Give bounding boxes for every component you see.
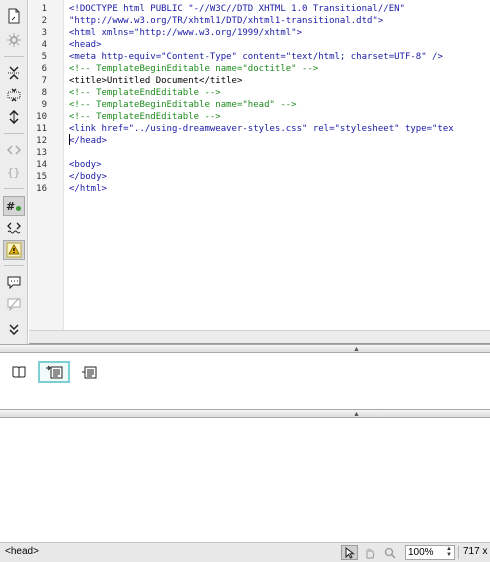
insert-tag-icon xyxy=(46,365,63,379)
horizontal-scrollbar[interactable] xyxy=(29,330,490,343)
line-number: 15 xyxy=(36,172,47,182)
svg-text:#: # xyxy=(6,200,15,213)
line-number: 12 xyxy=(36,136,47,146)
splitter-grip-icon: ▲ xyxy=(353,411,360,418)
line-number: 6 xyxy=(41,64,47,74)
line-number: 11 xyxy=(36,124,47,134)
syntax-error-alerts-button[interactable] xyxy=(3,240,25,260)
collapse-full-tag-button[interactable] xyxy=(3,63,25,83)
open-documents-button[interactable] xyxy=(3,6,25,26)
balance-braces-icon: {} xyxy=(7,166,20,179)
code-line: <!DOCTYPE html PUBLIC "-//W3C//DTD XHTML… xyxy=(69,4,405,14)
select-arrows-icon: ▲ ▼ xyxy=(446,546,452,558)
code-line: </body> xyxy=(69,172,107,182)
expand-all-button[interactable] xyxy=(3,107,25,127)
collapse-full-tag-icon xyxy=(8,66,20,80)
open-documents-icon xyxy=(8,8,20,24)
line-numbers-icon: # xyxy=(6,200,21,213)
code-line: <title>Untitled Document</title> xyxy=(69,76,243,86)
select-tool[interactable] xyxy=(341,545,358,560)
page-properties-icon xyxy=(12,366,26,378)
hand-icon xyxy=(366,548,374,558)
code-line: <!-- TemplateEndEditable --> xyxy=(69,112,221,122)
line-number: 4 xyxy=(41,40,47,50)
collapse-selection-icon xyxy=(7,88,21,102)
zoom-tool[interactable] xyxy=(381,545,398,560)
select-parent-tag-icon xyxy=(7,145,21,155)
show-code-navigator-icon xyxy=(7,33,21,47)
remove-comment-icon xyxy=(7,297,21,311)
page-properties-button[interactable] xyxy=(4,362,34,382)
remove-comment-button[interactable] xyxy=(3,294,25,314)
code-line: <html xmlns="http://www.w3.org/1999/xhtm… xyxy=(69,28,302,38)
empty-panel-area xyxy=(0,420,490,542)
line-number: 14 xyxy=(36,160,47,170)
code-line: <!-- TemplateBeginEditable name="head" -… xyxy=(69,100,297,110)
status-divider xyxy=(458,546,459,559)
line-numbers-button[interactable]: # xyxy=(3,196,25,216)
apply-comment-button[interactable] xyxy=(3,272,25,292)
zoom-value: 100% xyxy=(408,547,434,558)
arrow-pointer-icon xyxy=(345,546,355,559)
list-item-button[interactable] xyxy=(74,362,104,382)
status-bar: <head> 100% ▲ ▼ 717 x xyxy=(0,542,490,562)
splitter-grip-icon: ▲ xyxy=(353,346,360,353)
code-line: <head> xyxy=(69,40,102,50)
code-line: </html> xyxy=(69,184,107,194)
highlight-invalid-code-button[interactable] xyxy=(3,218,25,238)
highlight-invalid-code-icon xyxy=(7,222,21,234)
code-editor[interactable]: 1 2 3 4 5 6 7 8 9 10 11 12 13 14 15 16 <!DOCTYPE html P… xyxy=(29,0,490,344)
more-options-icon xyxy=(9,324,19,336)
collapse-selection-button[interactable] xyxy=(3,85,25,105)
syntax-error-alerts-icon xyxy=(6,242,22,258)
line-number: 7 xyxy=(41,76,47,86)
zoom-select[interactable]: 100% ▲ ▼ xyxy=(405,545,455,560)
insert-tag-button[interactable] xyxy=(38,361,70,383)
code-line: <!-- TemplateEndEditable --> xyxy=(69,88,221,98)
code-line: <body> xyxy=(69,160,102,170)
code-line: <!-- TemplateBeginEditable name="doctitl… xyxy=(69,64,319,74)
line-number: 2 xyxy=(41,16,47,26)
apply-comment-icon xyxy=(7,276,21,289)
line-number-gutter: 1 2 3 4 5 6 7 8 9 10 11 12 13 14 15 16 xyxy=(29,0,64,330)
line-number: 8 xyxy=(41,88,47,98)
window-size[interactable]: 717 x xyxy=(463,546,487,557)
more-options-button[interactable] xyxy=(3,320,25,340)
tag-selector[interactable]: <head> xyxy=(5,546,39,557)
line-number: 13 xyxy=(36,148,47,158)
code-line: "http://www.w3.org/TR/xhtml1/DTD/xhtml1-… xyxy=(69,16,384,26)
hand-tool[interactable] xyxy=(361,545,378,560)
code-line: <link href="../using-dreamweaver-styles.… xyxy=(69,124,454,134)
line-number: 3 xyxy=(41,28,47,38)
list-item-icon xyxy=(82,366,97,379)
editor-splitter[interactable]: ▲ xyxy=(0,344,490,353)
code-text-area[interactable]: <!DOCTYPE html PUBLIC "-//W3C//DTD XHTML… xyxy=(65,0,490,330)
svg-text:{}: {} xyxy=(7,166,20,179)
magnifier-icon xyxy=(384,547,396,559)
balance-braces-button[interactable]: {} xyxy=(3,162,25,182)
coding-toolbar: {} # xyxy=(0,0,28,344)
code-line: <meta http-equiv="Content-Type" content=… xyxy=(69,52,443,62)
line-number: 16 xyxy=(36,184,47,194)
code-line: </head> xyxy=(69,136,107,146)
code-navigator-button[interactable] xyxy=(3,30,25,50)
line-number: 1 xyxy=(41,4,47,14)
select-parent-tag-button[interactable] xyxy=(3,140,25,160)
line-number: 5 xyxy=(41,52,47,62)
line-number: 9 xyxy=(41,100,47,110)
line-number: 10 xyxy=(36,112,47,122)
properties-panel xyxy=(0,356,490,409)
panel-splitter[interactable]: ▲ xyxy=(0,409,490,418)
expand-all-icon xyxy=(9,110,19,124)
